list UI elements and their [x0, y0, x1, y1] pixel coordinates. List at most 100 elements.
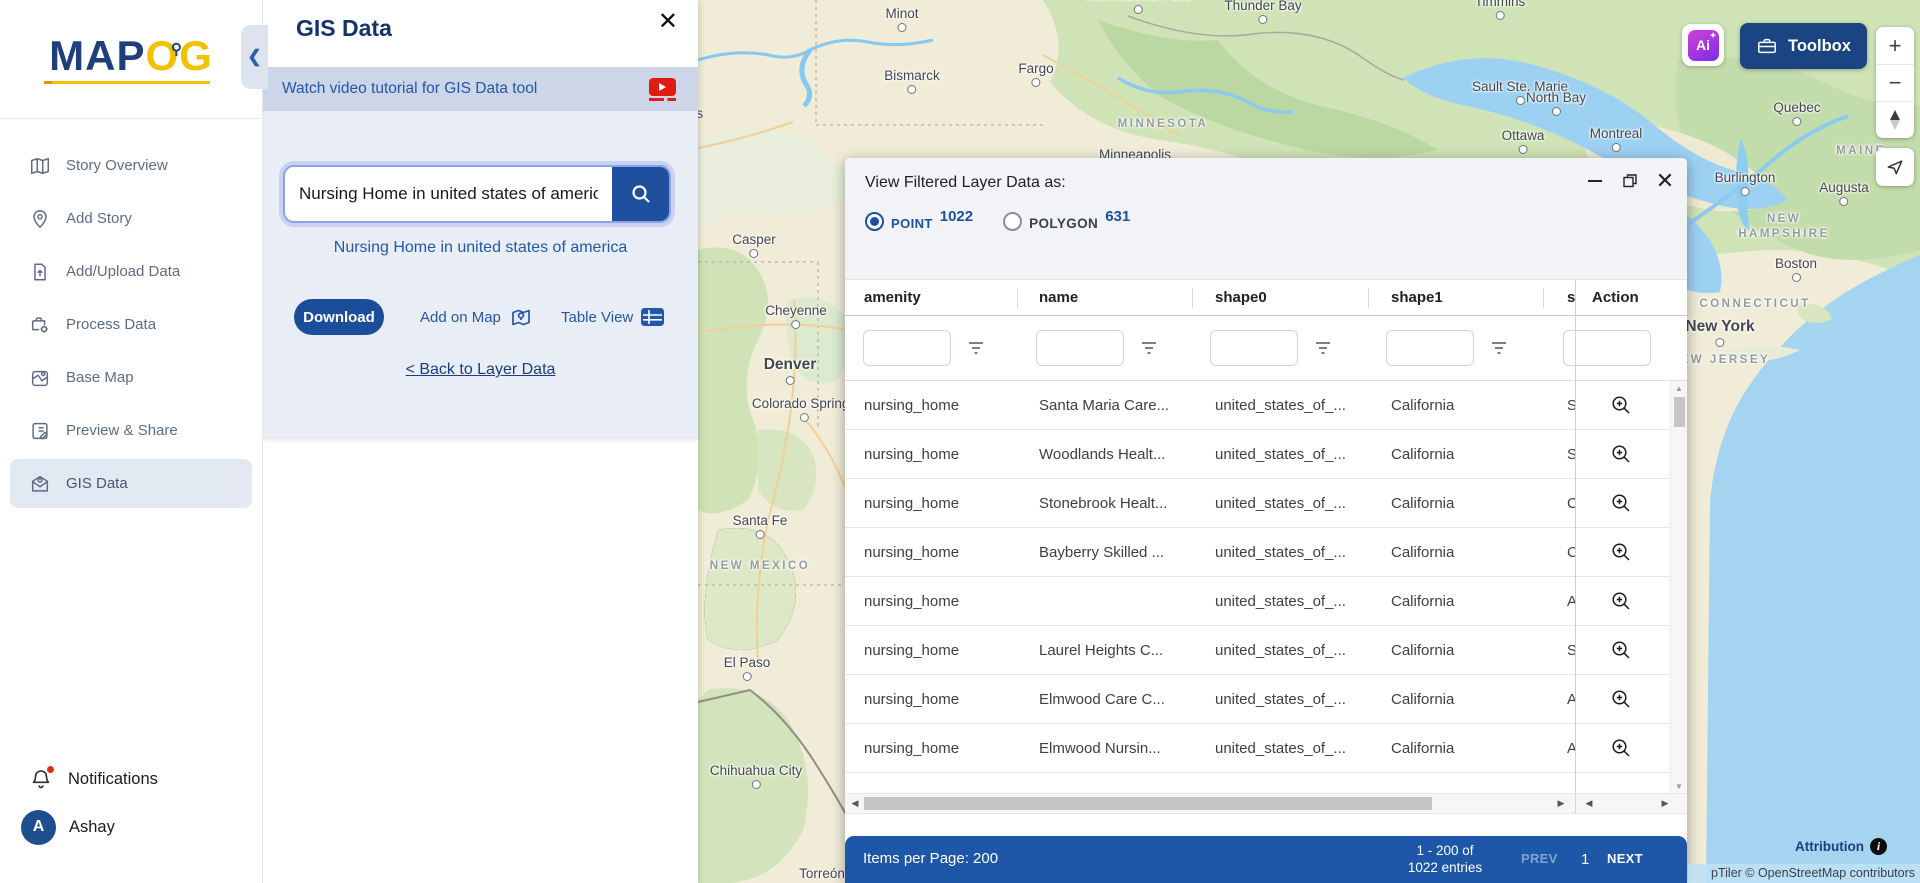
scroll-up-icon[interactable]: ▲: [1671, 381, 1687, 395]
sidebar-item-label: Add/Upload Data: [66, 263, 180, 280]
entries-range: 1 - 200 of 1022 entries: [1380, 842, 1510, 876]
toolbox-button[interactable]: Toolbox: [1740, 23, 1867, 69]
filter-input-shape0[interactable]: [1210, 330, 1298, 366]
info-icon[interactable]: i: [1870, 838, 1887, 855]
search-button[interactable]: [612, 167, 669, 221]
zoom-to-feature-button[interactable]: [1610, 541, 1632, 563]
table-row[interactable]: nursing_home Bayberry Skilled ... united…: [845, 528, 1687, 577]
table-view-label: Table View: [561, 309, 633, 326]
download-button[interactable]: Download: [294, 299, 384, 335]
cell-shape0: united_states_of_...: [1193, 495, 1369, 512]
ai-assist-button[interactable]: Ai ✦: [1682, 24, 1724, 66]
close-panel-icon[interactable]: ✕: [658, 10, 678, 34]
map-place-label: Ottawa: [1502, 128, 1545, 154]
prev-page-button[interactable]: PREV: [1521, 851, 1558, 866]
vertical-scrollbar-thumb[interactable]: [1674, 397, 1685, 427]
sidebar-item-story-overview[interactable]: Story Overview: [10, 141, 252, 190]
table-row[interactable]: nursing_home Elmwood Nursin... united_st…: [845, 724, 1687, 773]
table-row[interactable]: nursing_home Santa Maria Care... united_…: [845, 381, 1687, 430]
sidebar-item-add-upload-data[interactable]: Add/Upload Data: [10, 247, 252, 296]
filter-input-s[interactable]: [1563, 330, 1651, 366]
close-modal-icon[interactable]: ✕: [1655, 171, 1675, 191]
table-row[interactable]: nursing_home united_states_of_... Califo…: [845, 577, 1687, 626]
zoom-to-feature-button[interactable]: [1610, 639, 1632, 661]
back-to-layer-data-link[interactable]: < Back to Layer Data: [263, 361, 698, 379]
attribution-link[interactable]: Attribution i: [1795, 838, 1887, 855]
cell-shape0: united_states_of_...: [1193, 446, 1369, 463]
cell-name: Bayberry Skilled ...: [1018, 544, 1193, 561]
sidebar-item-gis-data[interactable]: GIS Data: [10, 459, 252, 508]
user-menu[interactable]: A Ashay: [0, 801, 262, 853]
cell-shape0: united_states_of_...: [1193, 642, 1369, 659]
collapse-panel-button[interactable]: ❮: [241, 25, 268, 89]
next-page-button[interactable]: NEXT: [1607, 851, 1643, 866]
zoom-to-feature-button[interactable]: [1610, 590, 1632, 612]
map-place-label: CONNECTICUT: [1699, 298, 1810, 310]
map-place-label: New York: [1685, 318, 1754, 347]
filter-input-amenity[interactable]: [863, 330, 951, 366]
compass-button[interactable]: [1876, 101, 1914, 138]
map-place-label: Minot: [885, 6, 918, 32]
sidebar-item-label: Add Story: [66, 210, 132, 227]
minimize-icon[interactable]: [1585, 171, 1605, 191]
filter-icon[interactable]: [1315, 341, 1331, 355]
filter-input-shape1[interactable]: [1386, 330, 1474, 366]
scroll-left-icon[interactable]: ◀: [847, 794, 863, 813]
maximize-icon[interactable]: [1620, 171, 1640, 191]
zoom-to-feature-button[interactable]: [1610, 443, 1632, 465]
table-row[interactable]: nursing_home Elmwood Care C... united_st…: [845, 675, 1687, 724]
filter-icon[interactable]: [1491, 341, 1507, 355]
zoom-to-feature-button[interactable]: [1610, 688, 1632, 710]
app-window: Minot International Falls Thunder Bay Ti…: [0, 0, 1920, 883]
zoom-out-button[interactable]: −: [1876, 64, 1914, 101]
zoom-to-feature-button[interactable]: [1610, 492, 1632, 514]
locate-button[interactable]: [1876, 148, 1914, 185]
horizontal-scrollbar[interactable]: ◀ ▶ ◀ ▶: [845, 793, 1687, 814]
table-row[interactable]: nursing_home Laurel Heights C... united_…: [845, 626, 1687, 675]
scroll-down-icon[interactable]: ▼: [1671, 779, 1687, 793]
column-header-s: s: [1544, 280, 1576, 315]
sidebar-item-process-data[interactable]: Process Data: [10, 300, 252, 349]
restore-icon: [1622, 173, 1638, 189]
watch-tutorial-link[interactable]: Watch video tutorial for GIS Data tool: [263, 67, 698, 111]
gis-data-panel: GIS Data ✕ Watch video tutorial for GIS …: [263, 0, 698, 883]
sidebar-item-add-story[interactable]: Add Story: [10, 194, 252, 243]
filter-input-name[interactable]: [1036, 330, 1124, 366]
point-radio[interactable]: [865, 212, 884, 231]
attribution-label: Attribution: [1795, 839, 1864, 854]
action-column-divider: [1575, 280, 1576, 793]
zoom-to-feature-button[interactable]: [1610, 737, 1632, 759]
gis-search-input[interactable]: [285, 167, 612, 221]
modal-title: View Filtered Layer Data as:: [865, 174, 1066, 192]
table-header-row: amenity name shape0 shape1 s Action: [845, 280, 1687, 316]
search-result-link[interactable]: Nursing Home in united states of america: [263, 239, 698, 257]
table-row[interactable]: nursing_home Woodlands Healt... united_s…: [845, 430, 1687, 479]
table-row[interactable]: nursing_home Stonebrook Healt... united_…: [845, 479, 1687, 528]
sidebar-item-preview-share[interactable]: Preview & Share: [10, 406, 252, 455]
cell-s: A: [1544, 740, 1576, 757]
action-scroll-left-icon[interactable]: ◀: [1581, 794, 1597, 813]
map-place-label: Burlington: [1715, 170, 1776, 196]
cell-name: Elmwood Nursin...: [1018, 740, 1193, 757]
notifications-button[interactable]: Notifications: [0, 757, 262, 801]
add-on-map-button[interactable]: Add on Map: [420, 299, 533, 335]
sidebar-item-base-map[interactable]: Base Map: [10, 353, 252, 402]
polygon-radio[interactable]: [1003, 212, 1022, 231]
scroll-right-icon[interactable]: ▶: [1553, 794, 1569, 813]
zoom-in-magnifier-icon: [1610, 590, 1632, 612]
action-scroll-right-icon[interactable]: ▶: [1657, 794, 1673, 813]
cell-s: C: [1544, 544, 1576, 561]
horizontal-scrollbar-thumb[interactable]: [864, 797, 1432, 810]
filter-icon[interactable]: [968, 341, 984, 355]
filter-row: [845, 316, 1687, 381]
filter-icon[interactable]: [1141, 341, 1157, 355]
logo-part-map: MAP: [49, 32, 145, 79]
cell-shape0: united_states_of_...: [1193, 691, 1369, 708]
zoom-to-feature-button[interactable]: [1610, 394, 1632, 416]
cell-name: Laurel Heights C...: [1018, 642, 1193, 659]
zoom-in-button[interactable]: +: [1876, 27, 1914, 64]
notification-badge: [47, 766, 54, 773]
vertical-scrollbar[interactable]: ▲ ▼: [1670, 381, 1687, 793]
table-view-button[interactable]: Table View: [561, 299, 664, 335]
current-page-number[interactable]: 1: [1581, 851, 1590, 868]
